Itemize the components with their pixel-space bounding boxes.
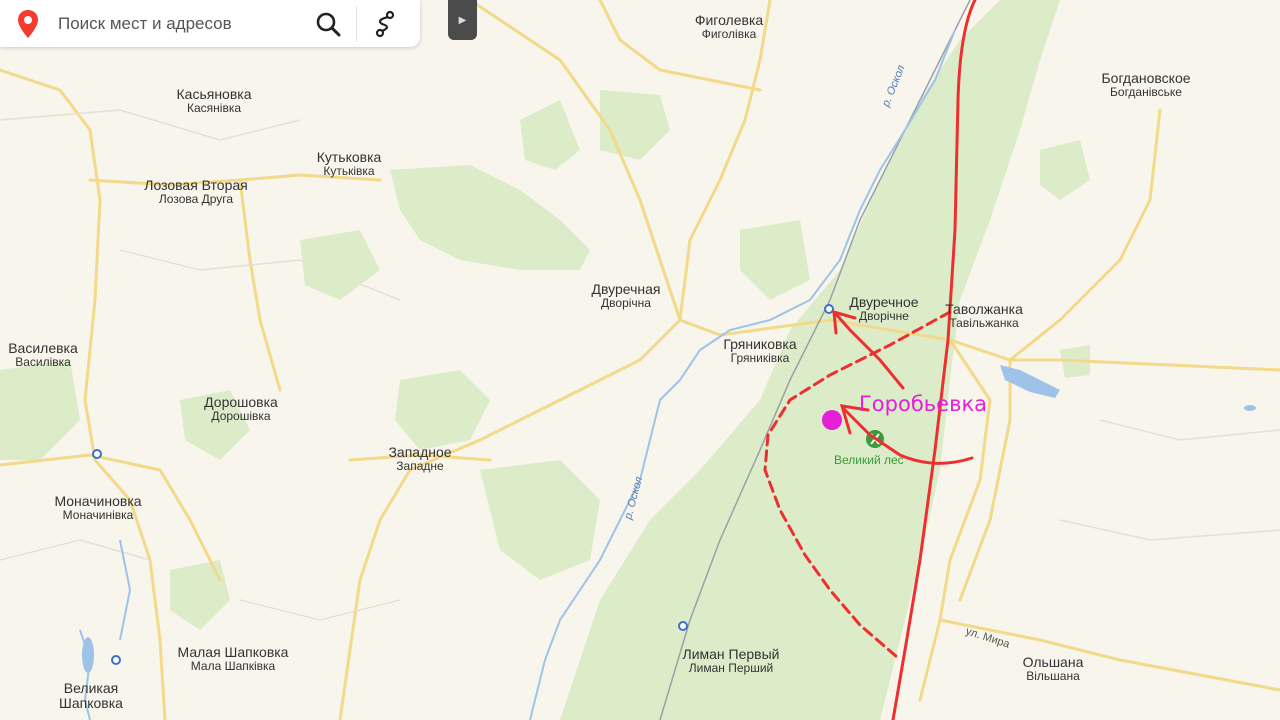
place-label[interactable]: Двуречное Дворічне bbox=[849, 294, 919, 324]
forest-label[interactable]: Великий лес bbox=[834, 453, 904, 467]
place-label[interactable]: Лозовая Вторая Лозова Друга bbox=[144, 177, 248, 207]
place-label[interactable]: Кутьковка Кутьківка bbox=[316, 149, 382, 179]
search-panel bbox=[0, 0, 420, 47]
place-name-ru: Гряниковка bbox=[723, 336, 797, 352]
place-name-ru: Дорошовка bbox=[204, 394, 278, 410]
place-name-ua: Лозова Друга bbox=[158, 192, 234, 207]
place-name-ru: Лиман Первый bbox=[682, 646, 780, 662]
place-name-ua: Лиман Перший bbox=[688, 661, 774, 676]
place-name-ru: Кутьковка bbox=[316, 149, 382, 165]
place-name-ua: Богданівське bbox=[1110, 85, 1182, 100]
place-name-ru: Двуречная bbox=[591, 281, 661, 297]
search-input[interactable] bbox=[56, 12, 300, 35]
place-name-ru: Моначиновка bbox=[54, 493, 142, 509]
station-marker-liman bbox=[678, 621, 688, 631]
place-name-ua: Моначинівка bbox=[62, 508, 134, 523]
routes-button[interactable] bbox=[357, 0, 413, 47]
place-name-ua: Дорошівка bbox=[211, 409, 271, 424]
place-name-ru: Западное bbox=[388, 444, 452, 460]
place-name-ru: Малая Шапковка bbox=[177, 644, 289, 660]
collapse-panel-button[interactable]: ▶ bbox=[448, 0, 477, 40]
place-label[interactable]: Гряниковка Гряниківка bbox=[723, 336, 797, 366]
location-pin-icon bbox=[18, 9, 38, 38]
place-label[interactable]: Богдановское Богданівське bbox=[1101, 70, 1191, 100]
place-name-ua: Мала Шапківка bbox=[190, 659, 276, 674]
place-name-ua: Дворічне bbox=[859, 309, 909, 324]
place-label[interactable]: Западное Западне bbox=[388, 444, 452, 474]
place-name-ua: Касянівка bbox=[186, 101, 242, 116]
place-name-ru: Богдановское bbox=[1101, 70, 1191, 86]
place-name-ua: Дворічна bbox=[601, 296, 651, 311]
place-label[interactable]: Малая Шапковка Мала Шапківка bbox=[177, 644, 289, 674]
place-name-ru: Таволжанка bbox=[945, 301, 1023, 317]
place-label[interactable]: Моначиновка Моначинівка bbox=[54, 493, 142, 523]
station-marker-monachinovka bbox=[92, 449, 102, 459]
place-label[interactable]: Великая Шапковка bbox=[56, 680, 126, 712]
place-label[interactable]: Ольшана Вільшана bbox=[1022, 654, 1084, 684]
place-label[interactable]: Двуречная Дворічна bbox=[591, 281, 661, 311]
place-label[interactable]: Дорошовка Дорошівка bbox=[204, 394, 278, 424]
place-name-ua: Тавільжанка bbox=[949, 316, 1019, 331]
annotation-label: Горобьевка bbox=[859, 392, 988, 416]
place-name-ru: Василевка bbox=[8, 340, 78, 356]
place-name-ru: Фиголевка bbox=[694, 12, 764, 28]
place-name-ua: Фиголівка bbox=[701, 27, 757, 42]
place-label[interactable]: Фиголевка Фиголівка bbox=[694, 12, 764, 42]
place-name-ru: Ольшана bbox=[1022, 654, 1084, 670]
target-location-marker[interactable] bbox=[822, 410, 842, 430]
play-triangle-icon: ▶ bbox=[458, 14, 467, 26]
station-marker-velikaya-shapkovka bbox=[111, 655, 121, 665]
place-name-ua: Кутьківка bbox=[323, 164, 375, 179]
place-name-ru: Лозовая Вторая bbox=[144, 177, 248, 193]
search-button[interactable] bbox=[300, 0, 356, 47]
place-name-ru: Великая Шапковка bbox=[59, 680, 123, 712]
place-label[interactable]: Лиман Первый Лиман Перший bbox=[682, 646, 780, 676]
route-icon bbox=[375, 10, 395, 37]
place-label[interactable]: Касьяновка Касянівка bbox=[176, 86, 252, 116]
place-name-ua: Гряниківка bbox=[730, 351, 790, 366]
place-name-ua: Василівка bbox=[15, 355, 71, 370]
place-label[interactable]: Василевка Василівка bbox=[8, 340, 78, 370]
place-name-ua: Вільшана bbox=[1026, 669, 1080, 684]
place-name-ru: Двуречное bbox=[849, 294, 919, 310]
place-label[interactable]: Таволжанка Тавільжанка bbox=[945, 301, 1023, 331]
place-name-ru: Касьяновка bbox=[176, 86, 252, 102]
place-name-ua: Западне bbox=[396, 459, 444, 474]
search-icon bbox=[316, 12, 341, 36]
station-marker-dvurechnoe bbox=[824, 304, 834, 314]
